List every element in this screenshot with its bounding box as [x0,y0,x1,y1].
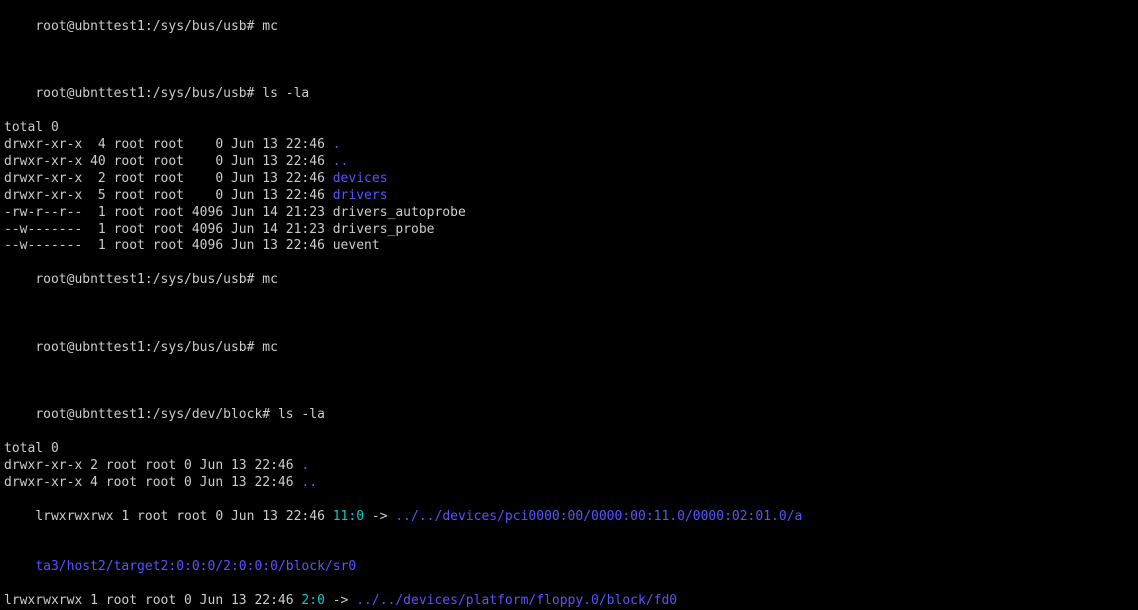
file-meta: lrwxrwxrwx 1 root root 0 Jun 13 22:46 [35,509,332,524]
file-meta: drwxr-xr-x 40 root root 0 Jun 13 22:46 [4,154,333,169]
ls-symlink: lrwxrwxrwx 1 root root 0 Jun 13 22:46 2:… [4,593,1134,610]
prompt-line: root@ubnttest1:/sys/dev/block# ls -la [4,390,1134,441]
terminal[interactable]: root@ubnttest1:/sys/bus/usb# mc root@ubn… [0,0,1138,610]
file-meta: --w------- 1 root root 4096 Jun 14 21:23 [4,222,333,237]
file-meta: lrwxrwxrwx 1 root root 0 Jun 13 22:46 [4,593,301,608]
file-meta: drwxr-xr-x 2 root root 0 Jun 13 22:46 [4,458,301,473]
symlink-name: 11:0 [333,509,364,524]
ls-entry: drwxr-xr-x 4 root root 0 Jun 13 22:46 .. [4,475,1134,492]
arrow: -> [364,509,395,524]
symlink-target: ../../devices/pci0000:00/0000:00:11.0/00… [395,509,802,524]
shell-prompt: root@ubnttest1:/sys/dev/block# [35,407,278,422]
prompt-line: root@ubnttest1:/sys/bus/usb# mc [4,323,1134,374]
ls-symlink-wrap: ta3/host2/target2:0:0:0/2:0:0:0/block/sr… [4,543,1134,594]
shell-prompt: root@ubnttest1:/sys/bus/usb# [35,272,262,287]
ls-entry: drwxr-xr-x 2 root root 0 Jun 13 22:46 . [4,458,1134,475]
command-text: mc [262,19,278,34]
symlink-target: ta3/host2/target2:0:0:0/2:0:0:0/block/sr… [35,559,356,574]
prompt-line: root@ubnttest1:/sys/bus/usb# ls -la [4,70,1134,121]
file-name: uevent [333,238,380,253]
ls-entry: drwxr-xr-x 5 root root 0 Jun 13 22:46 dr… [4,188,1134,205]
ls-entry: drwxr-xr-x 40 root root 0 Jun 13 22:46 .… [4,154,1134,171]
file-meta: drwxr-xr-x 4 root root 0 Jun 13 22:46 [4,475,301,490]
ls-entry: --w------- 1 root root 4096 Jun 14 21:23… [4,222,1134,239]
file-meta: drwxr-xr-x 5 root root 0 Jun 13 22:46 [4,188,333,203]
file-meta: drwxr-xr-x 4 root root 0 Jun 13 22:46 [4,137,333,152]
file-name: . [333,137,341,152]
arrow: -> [325,593,356,608]
file-name: . [301,458,309,473]
file-name: drivers_probe [333,222,435,237]
shell-prompt: root@ubnttest1:/sys/bus/usb# [35,340,262,355]
total-line: total 0 [4,120,1134,137]
file-name: .. [333,154,349,169]
command-text: mc [262,272,278,287]
file-name: .. [301,475,317,490]
file-meta: --w------- 1 root root 4096 Jun 13 22:46 [4,238,333,253]
ls-entry: drwxr-xr-x 2 root root 0 Jun 13 22:46 de… [4,171,1134,188]
blank-line [4,306,1134,323]
prompt-line: root@ubnttest1:/sys/bus/usb# mc [4,255,1134,306]
shell-prompt: root@ubnttest1:/sys/bus/usb# [35,86,262,101]
file-name: devices [333,171,388,186]
ls-entry: drwxr-xr-x 4 root root 0 Jun 13 22:46 . [4,137,1134,154]
shell-prompt: root@ubnttest1:/sys/bus/usb# [35,19,262,34]
prompt-line: root@ubnttest1:/sys/bus/usb# mc [4,2,1134,53]
symlink-target: ../../devices/platform/floppy.0/block/fd… [356,593,677,608]
command-text: ls -la [278,407,325,422]
symlink-name: 2:0 [301,593,324,608]
command-text: mc [262,340,278,355]
total-line: total 0 [4,441,1134,458]
command-text: ls -la [262,86,309,101]
blank-line [4,53,1134,70]
file-meta: -rw-r--r-- 1 root root 4096 Jun 14 21:23 [4,205,333,220]
blank-line [4,374,1134,391]
file-meta: drwxr-xr-x 2 root root 0 Jun 13 22:46 [4,171,333,186]
file-name: drivers_autoprobe [333,205,466,220]
ls-entry: --w------- 1 root root 4096 Jun 13 22:46… [4,238,1134,255]
file-name: drivers [333,188,388,203]
ls-symlink: lrwxrwxrwx 1 root root 0 Jun 13 22:46 11… [4,492,1134,543]
ls-entry: -rw-r--r-- 1 root root 4096 Jun 14 21:23… [4,205,1134,222]
